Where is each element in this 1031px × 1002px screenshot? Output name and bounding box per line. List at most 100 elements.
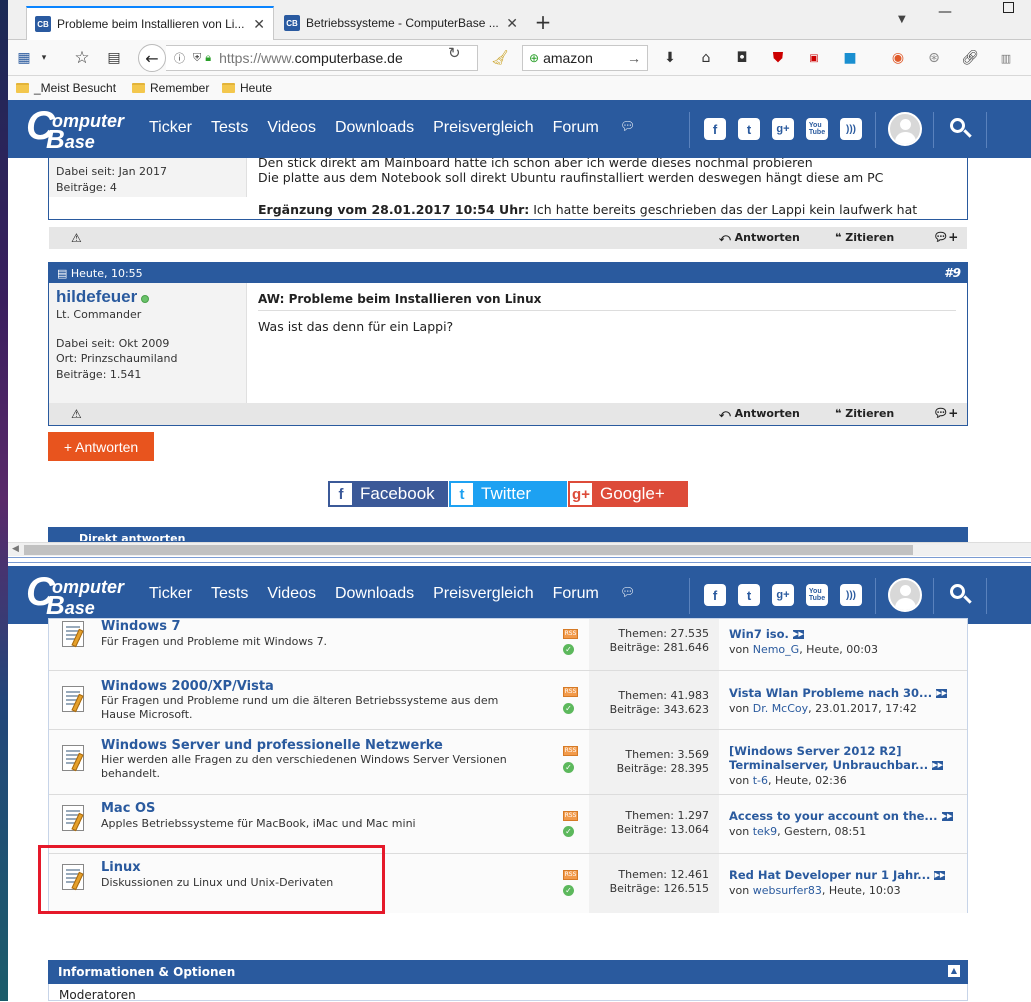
rss-icon[interactable]: RSS: [563, 811, 578, 821]
nav-videos[interactable]: Videos: [267, 585, 316, 603]
direct-reply-header[interactable]: Direkt antworten: [48, 527, 968, 542]
tab-inactive[interactable]: CB Betriebssysteme - ComputerBase ... ✕: [276, 6, 526, 40]
warning-icon[interactable]: ⚠: [71, 231, 82, 245]
home-icon[interactable]: ⌂: [696, 48, 716, 68]
quote-action[interactable]: ❝ Zitieren: [835, 407, 894, 420]
minimize-icon[interactable]: —: [938, 4, 952, 20]
goto-icon[interactable]: ▶▶: [934, 871, 946, 880]
last-post-user[interactable]: t-6: [753, 774, 768, 787]
twitter-icon[interactable]: t: [738, 584, 760, 606]
search-bar[interactable]: ⊕ amazon →: [522, 45, 648, 71]
nav-tests[interactable]: Tests: [211, 119, 248, 137]
search-icon[interactable]: [948, 116, 974, 142]
info-icon[interactable]: ⓘ: [174, 50, 185, 66]
last-post-title[interactable]: Red Hat Developer nur 1 Jahr... ▶▶: [729, 868, 946, 882]
last-post-user[interactable]: tek9: [753, 825, 777, 838]
nav-forum[interactable]: Forum 💬︎: [553, 585, 654, 603]
goto-icon[interactable]: ▶▶: [932, 761, 944, 770]
search-icon[interactable]: [948, 582, 974, 608]
username[interactable]: hildefeuer: [56, 287, 137, 306]
download-circle-icon[interactable]: ⊛: [924, 48, 944, 68]
goto-icon[interactable]: ▶▶: [936, 689, 948, 698]
nav-downloads[interactable]: Downloads: [335, 585, 414, 603]
nav-downloads[interactable]: Downloads: [335, 119, 414, 137]
last-post-user[interactable]: websurfer83: [753, 884, 822, 897]
share-google-button[interactable]: g+ Google+: [568, 481, 688, 507]
wallabag-icon[interactable]: ▥: [996, 48, 1016, 68]
last-post-title[interactable]: Win7 iso. ▶▶: [729, 627, 804, 641]
nav-videos[interactable]: Videos: [267, 119, 316, 137]
reply-button[interactable]: + Antworten: [48, 432, 154, 461]
rss-icon[interactable]: RSS: [563, 687, 578, 697]
nav-forum[interactable]: Forum 💬︎: [553, 119, 654, 137]
maximize-icon[interactable]: [1003, 2, 1014, 13]
last-post-user[interactable]: Nemo_G: [753, 643, 799, 656]
rss-icon[interactable]: ))): [840, 118, 862, 140]
counter-icon[interactable]: ▣: [804, 48, 824, 68]
nav-ticker[interactable]: Ticker: [149, 119, 192, 137]
scrollbar-thumb[interactable]: [24, 545, 913, 555]
last-post-user[interactable]: Dr. McCoy: [753, 702, 808, 715]
broom-icon[interactable]: 🧹︎: [490, 48, 510, 68]
back-button[interactable]: ←: [138, 44, 166, 72]
bookmark-folder[interactable]: Remember: [132, 81, 209, 95]
nav-preisvergleich[interactable]: Preisvergleich: [433, 119, 533, 137]
google-plus-icon[interactable]: g+: [772, 118, 794, 140]
pocket-icon[interactable]: ◘: [732, 48, 752, 68]
reload-icon[interactable]: ↻: [448, 44, 461, 62]
rss-icon[interactable]: RSS: [563, 870, 578, 880]
reply-action[interactable]: ⤺ Antworten: [719, 407, 800, 421]
facebook-icon[interactable]: f: [704, 118, 726, 140]
collapse-icon[interactable]: ▲: [948, 965, 960, 977]
forum-title[interactable]: Windows 7: [101, 619, 181, 634]
last-post-title[interactable]: Terminalserver, Unbrauchbar... ▶▶: [729, 758, 944, 772]
url-bar[interactable]: ⓘ ⛨ 🔒︎ https://www.computerbase.de: [166, 45, 478, 71]
tab-list-icon[interactable]: ▼: [898, 14, 906, 25]
share-facebook-button[interactable]: f Facebook: [328, 481, 448, 507]
nav-preisvergleich[interactable]: Preisvergleich: [433, 585, 533, 603]
nav-ticker[interactable]: Ticker: [149, 585, 192, 603]
tab-active[interactable]: CB Probleme beim Installieren von Li... …: [26, 6, 274, 40]
rss-icon[interactable]: ))): [840, 584, 862, 606]
youtube-icon[interactable]: You Tube: [806, 118, 828, 140]
info-options-header[interactable]: Informationen & Optionen ▲: [48, 960, 968, 984]
rss-icon[interactable]: RSS: [563, 629, 578, 639]
scroll-left-icon[interactable]: ◀: [12, 544, 19, 554]
arrow-right-icon[interactable]: →: [627, 50, 641, 66]
star-icon[interactable]: ☆: [72, 48, 92, 68]
facebook-icon[interactable]: f: [704, 584, 726, 606]
chevron-down-icon[interactable]: ▾: [34, 48, 54, 68]
nav-tests[interactable]: Tests: [211, 585, 248, 603]
link-icon[interactable]: 🔗︎: [960, 48, 980, 68]
download-icon[interactable]: ⬇: [660, 48, 680, 68]
google-plus-icon[interactable]: g+: [772, 584, 794, 606]
forum-title[interactable]: Windows Server und professionelle Netzwe…: [101, 738, 443, 753]
computerbase-logo[interactable]: C omputer Base: [26, 572, 126, 618]
quote-action[interactable]: ❝ Zitieren: [835, 231, 894, 244]
new-tab-button[interactable]: +: [533, 10, 553, 34]
goto-icon[interactable]: ▶▶: [941, 812, 953, 821]
forum-title[interactable]: Windows 2000/XP/Vista: [101, 679, 274, 694]
forum-title[interactable]: Mac OS: [101, 801, 155, 816]
bookmark-folder[interactable]: Heute: [222, 81, 272, 95]
ublock-icon[interactable]: ⛊: [768, 48, 788, 68]
grid-icon[interactable]: ▦: [14, 48, 34, 68]
last-post-title[interactable]: Access to your account on the... ▶▶: [729, 809, 953, 823]
last-post-title-prefix[interactable]: [Windows Server 2012 R2]: [729, 744, 902, 758]
youtube-icon[interactable]: You Tube: [806, 584, 828, 606]
goto-icon[interactable]: ▶▶: [792, 630, 804, 639]
close-icon[interactable]: ✕: [253, 16, 265, 33]
horizontal-scrollbar[interactable]: ◀: [8, 542, 1031, 556]
warning-icon[interactable]: ⚠: [71, 407, 82, 421]
last-post-title[interactable]: Vista Wlan Probleme nach 30... ▶▶: [729, 686, 948, 700]
user-avatar[interactable]: [888, 112, 922, 146]
computerbase-logo[interactable]: C omputer Base: [26, 106, 126, 152]
colorful-extension-icon[interactable]: ◉: [888, 48, 908, 68]
post-number[interactable]: #9: [944, 266, 961, 280]
search-input[interactable]: amazon: [543, 50, 593, 66]
multiquote-icon[interactable]: 💬︎+: [933, 230, 958, 244]
close-icon[interactable]: ✕: [506, 15, 518, 32]
bookmark-folder[interactable]: _Meist Besucht: [16, 81, 116, 95]
multiquote-icon[interactable]: 💬︎+: [933, 406, 958, 420]
share-twitter-button[interactable]: t Twitter: [449, 481, 567, 507]
